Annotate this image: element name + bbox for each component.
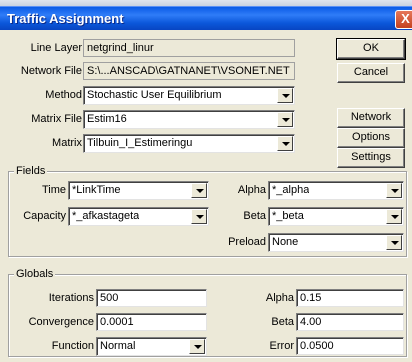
preload-label: Preload [228,236,266,248]
error-label: Error [269,340,294,352]
chevron-down-icon[interactable] [191,209,207,224]
function-select[interactable]: Normal [96,337,207,356]
beta-field-value: *_beta [272,210,304,222]
iterations-label: Iterations [48,292,94,304]
convergence-input[interactable]: 0.0001 [96,313,207,331]
matrix-value: Tilbuin_I_Estimeringu [87,137,193,149]
matrix-label: Matrix [52,137,82,149]
time-label: Time [41,184,66,196]
alpha-field-select[interactable]: *_alpha [268,181,404,200]
chevron-down-icon[interactable] [386,209,402,224]
network-file-label: Network File [20,65,82,77]
error-input[interactable]: 0.0500 [296,337,404,355]
convergence-label: Convergence [28,316,94,328]
capacity-select[interactable]: *_afkastageta [68,207,209,226]
function-label: Function [51,340,94,352]
beta-global-label: Beta [271,316,294,328]
matrix-file-label: Matrix File [31,113,82,125]
settings-button[interactable]: Settings [337,148,405,168]
matrix-file-select[interactable]: Estim16 [83,110,295,129]
fields-group-title: Fields [14,165,48,177]
line-layer-label: Line Layer [30,42,82,54]
capacity-value: *_afkastageta [72,210,140,222]
preload-value: None [272,236,299,248]
network-file-field: S:\...ANSCAD\GATNANET\VSONET.NET [83,62,295,80]
close-button[interactable]: X [395,10,412,29]
chevron-down-icon[interactable] [386,235,402,250]
globals-group-title: Globals [14,268,56,280]
chevron-down-icon[interactable] [277,112,293,127]
options-button[interactable]: Options [337,128,405,148]
chevron-down-icon[interactable] [191,183,207,198]
cancel-button[interactable]: Cancel [337,63,405,83]
network-button[interactable]: Network [337,108,405,128]
alpha-global-input[interactable]: 0.15 [296,289,404,307]
ok-button[interactable]: OK [336,38,406,60]
matrix-file-value: Estim16 [87,113,127,125]
chevron-down-icon[interactable] [277,136,293,151]
preload-select[interactable]: None [268,233,404,252]
dialog-body: Line Layer netgrind_linur Network File S… [0,30,412,362]
time-select[interactable]: *LinkTime [68,181,209,200]
method-label: Method [45,89,82,101]
chevron-down-icon[interactable] [189,339,205,354]
iterations-input[interactable]: 500 [96,289,207,307]
capacity-label: Capacity [23,210,66,222]
method-select[interactable]: Stochastic User Equilibrium [83,86,295,105]
alpha-field-value: *_alpha [272,184,310,196]
alpha-global-label: Alpha [265,292,294,304]
function-value: Normal [100,340,136,352]
time-value: *LinkTime [72,184,121,196]
window-title: Traffic Assignment [7,11,124,26]
line-layer-field: netgrind_linur [83,39,295,57]
alpha-field-label: Alpha [237,184,266,196]
title-bar[interactable]: Traffic Assignment X [0,6,412,30]
beta-global-input[interactable]: 4.00 [296,313,404,331]
matrix-select[interactable]: Tilbuin_I_Estimeringu [83,134,295,153]
beta-field-select[interactable]: *_beta [268,207,404,226]
close-icon: X [401,11,410,26]
beta-field-label: Beta [243,210,266,222]
chevron-down-icon[interactable] [386,183,402,198]
chevron-down-icon[interactable] [277,88,293,103]
method-value: Stochastic User Equilibrium [87,89,222,101]
